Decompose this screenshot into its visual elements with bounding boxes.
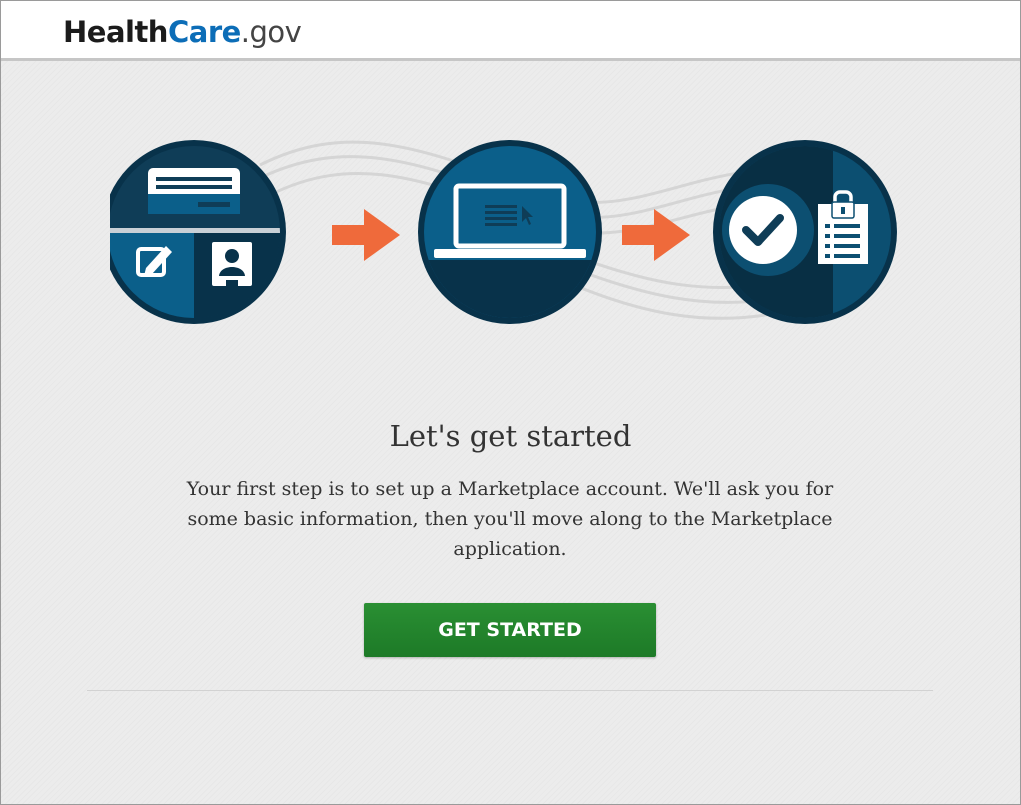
user-badge-icon [212,242,252,288]
arrow-right-icon [622,209,690,261]
intro-description: Your first step is to set up a Marketpla… [186,478,834,560]
process-illustration [110,140,897,324]
id-card-icon [148,168,240,214]
checkmark-icon [729,196,797,264]
get-started-button[interactable]: GET STARTED [364,603,656,657]
healthcare-gov-logo[interactable]: HealthCare.gov [63,14,302,50]
page-title: Let's get started [389,419,632,453]
site-header: HealthCare.gov [1,1,1020,61]
arrow-right-icon [332,209,400,261]
section-divider [87,690,933,691]
step-three-circle [713,140,897,324]
step-two-circle [418,140,602,324]
